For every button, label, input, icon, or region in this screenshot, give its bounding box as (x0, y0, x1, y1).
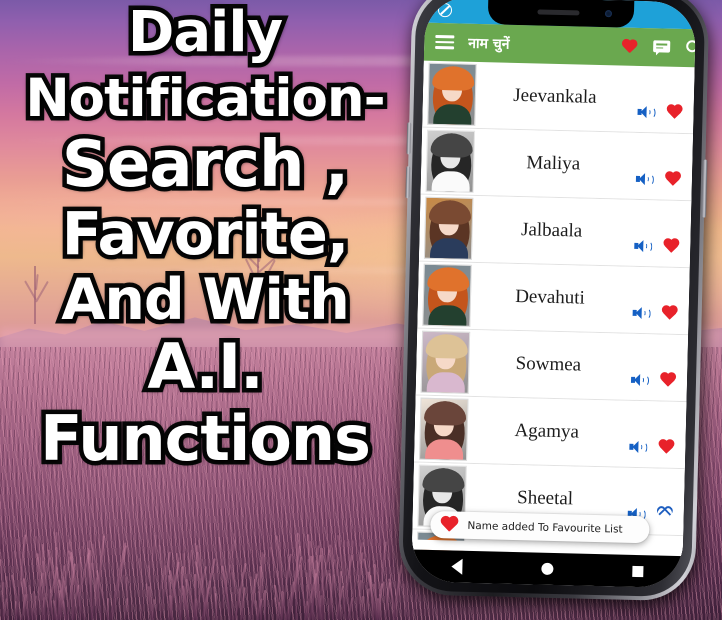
avatar (427, 63, 477, 126)
avatar (419, 398, 469, 461)
earpiece-speaker (537, 9, 579, 15)
table-row[interactable]: Jalbaala (419, 195, 692, 269)
name-label: Maliya (474, 151, 636, 177)
app-bar-title: नाम चुनें (468, 33, 510, 53)
hamburger-menu-icon[interactable] (435, 35, 454, 49)
favorite-heart-icon[interactable] (665, 105, 682, 121)
volume-icon[interactable] (634, 239, 649, 252)
toast-message: Name added To Favourite List (467, 519, 622, 535)
avatar (426, 130, 476, 193)
favorite-heart-icon[interactable] (660, 306, 677, 322)
toast-notification: Name added To Favourite List (430, 511, 650, 543)
name-label: Agamya (467, 419, 629, 445)
name-label: Jalbaala (472, 218, 634, 244)
volume-icon[interactable] (633, 306, 648, 319)
volume-up-button[interactable] (406, 122, 411, 154)
toast-heart-icon (439, 516, 458, 534)
recents-button[interactable] (632, 565, 643, 576)
bare-tree (238, 232, 278, 324)
phone-bezel: नाम चुनें Jeevankala Maliya Jalbaala Dev… (411, 0, 696, 588)
row-actions (637, 104, 685, 121)
row-actions (632, 305, 680, 322)
app-bar-spacer (510, 44, 606, 46)
favorite-heart-icon[interactable] (664, 172, 681, 188)
silent-mode-icon (438, 2, 452, 16)
table-row[interactable]: Maliya (420, 128, 693, 202)
avatar (422, 264, 472, 327)
phone-mockup: नाम चुनें Jeevankala Maliya Jalbaala Dev… (397, 0, 717, 615)
avatar (424, 197, 474, 260)
favorites-heart-icon[interactable] (621, 39, 637, 54)
phone-screen: नाम चुनें Jeevankala Maliya Jalbaala Dev… (411, 0, 696, 588)
phone-inner-frame: नाम चुनें Jeevankala Maliya Jalbaala Dev… (402, 0, 706, 597)
search-icon[interactable] (686, 40, 696, 57)
table-row[interactable]: Sowmea (416, 329, 689, 403)
volume-icon[interactable] (637, 105, 652, 118)
row-actions (636, 171, 684, 188)
android-nav-bar (411, 550, 683, 589)
volume-down-button[interactable] (405, 166, 410, 198)
power-button[interactable] (702, 160, 707, 218)
row-actions (631, 372, 679, 389)
row-actions (629, 439, 677, 456)
name-list[interactable]: Jeevankala Maliya Jalbaala Devahuti Sowmea Ag… (412, 61, 695, 556)
table-row[interactable]: Devahuti (417, 262, 690, 336)
name-label: Sowmea (469, 352, 631, 378)
app-bar: नाम चुनें (424, 23, 696, 68)
favorite-heart-icon[interactable] (657, 439, 674, 455)
table-row[interactable]: Jeevankala (422, 61, 695, 135)
back-button[interactable] (451, 558, 462, 574)
favorite-heart-icon[interactable] (659, 373, 676, 389)
home-button[interactable] (541, 563, 553, 575)
volume-icon[interactable] (629, 440, 644, 453)
table-row[interactable]: Agamya (414, 396, 687, 470)
row-actions (634, 238, 682, 255)
phone-notch (487, 0, 634, 28)
phone-frame: नाम चुनें Jeevankala Maliya Jalbaala Dev… (398, 0, 710, 601)
avatar (421, 331, 471, 394)
chat-icon[interactable] (653, 40, 670, 55)
volume-icon[interactable] (636, 172, 651, 185)
name-label: Sheetal (466, 486, 628, 512)
favorite-heart-icon[interactable] (656, 506, 673, 522)
name-label: Jeevankala (476, 84, 638, 110)
volume-icon[interactable] (631, 373, 646, 386)
bare-tree (20, 266, 50, 324)
front-camera (604, 10, 611, 17)
favorite-heart-icon[interactable] (662, 239, 679, 255)
name-label: Devahuti (471, 285, 633, 311)
